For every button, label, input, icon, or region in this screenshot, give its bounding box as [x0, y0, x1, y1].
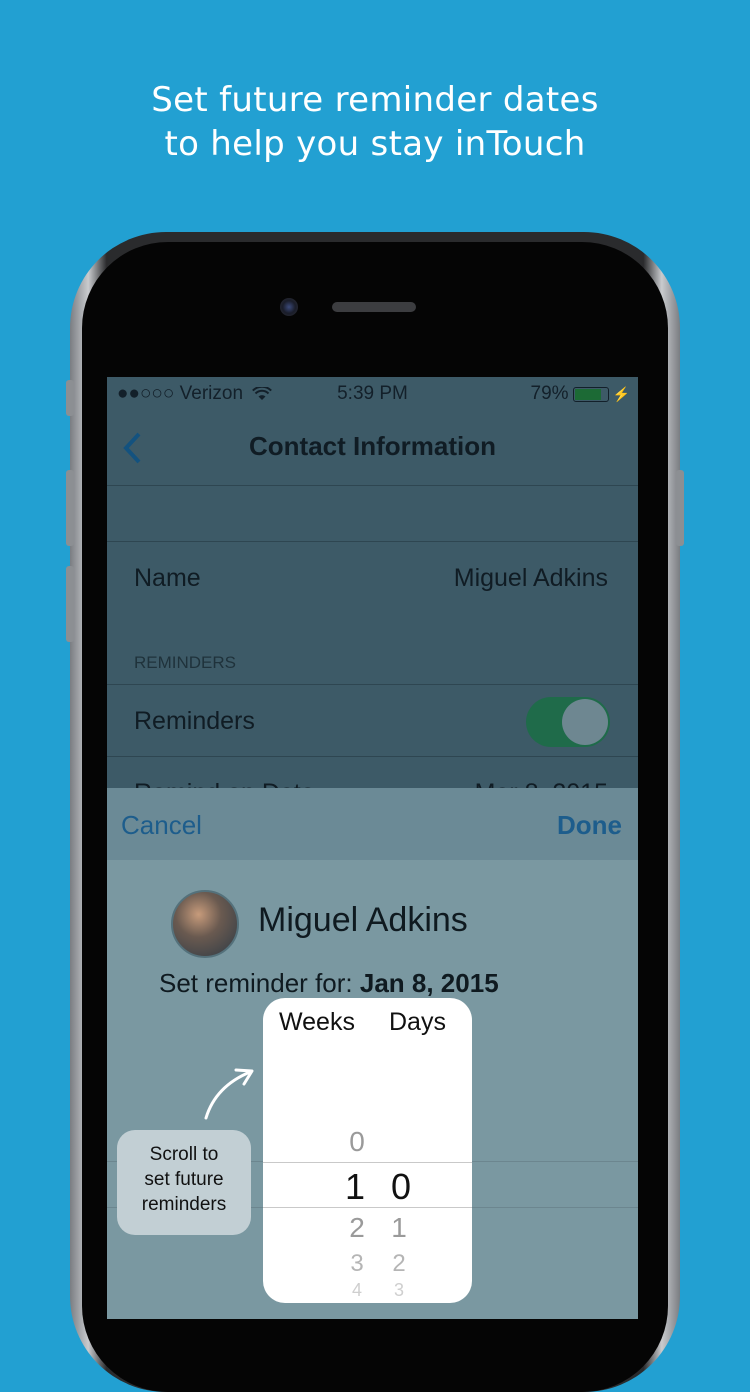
hint-line-2: set future	[144, 1169, 224, 1190]
days-column-header: Days	[389, 1008, 446, 1036]
hint-line-1: Scroll to	[149, 1144, 219, 1165]
name-value: Miguel Adkins	[453, 564, 608, 592]
set-reminder-prefix: Set reminder for:	[159, 968, 353, 998]
days-option[interactable]: 1	[379, 1212, 419, 1244]
weeks-column-header: Weeks	[279, 1008, 355, 1036]
days-option-selected[interactable]: 0	[381, 1166, 421, 1208]
sheet-toolbar: Cancel Done	[107, 788, 638, 860]
power-button	[676, 470, 684, 546]
front-camera-icon	[280, 298, 298, 316]
weeks-option-selected[interactable]: 1	[335, 1166, 375, 1208]
hint-line-3: reminders	[141, 1194, 227, 1215]
picker-highlight-top	[263, 1162, 472, 1163]
battery-indicator: 79% ⚡	[531, 383, 630, 405]
reminders-row: Reminders	[107, 684, 638, 757]
charging-icon: ⚡	[612, 385, 630, 402]
promo-headline: Set future reminder dates to help you st…	[0, 78, 750, 166]
weeks-option[interactable]: 4	[337, 1280, 377, 1301]
hint-arrow-icon	[204, 1068, 254, 1120]
avatar	[171, 890, 239, 958]
days-option[interactable]: 3	[379, 1280, 419, 1301]
weeks-option[interactable]: 2	[337, 1212, 377, 1244]
battery-percent: 79%	[530, 383, 569, 404]
volume-down-button	[66, 566, 74, 642]
cancel-button[interactable]: Cancel	[121, 810, 202, 841]
name-label: Name	[134, 564, 201, 592]
weeks-days-picker[interactable]: Weeks Days 0 1 2 3 4 0 1 2 3	[263, 998, 472, 1303]
sheet-contact-name: Miguel Adkins	[258, 901, 468, 939]
headline-line-2: to help you stay inTouch	[164, 124, 586, 164]
page-title: Contact Information	[249, 431, 496, 461]
days-option[interactable]: 2	[379, 1250, 419, 1278]
section-header-reminders: REMINDERS	[134, 653, 237, 672]
done-button[interactable]: Done	[557, 810, 622, 841]
reminders-label: Reminders	[134, 707, 255, 735]
headline-line-1: Set future reminder dates	[151, 80, 599, 120]
weeks-option[interactable]: 3	[337, 1250, 377, 1278]
name-row[interactable]: Name Miguel Adkins	[107, 541, 638, 614]
set-reminder-text: Set reminder for: Jan 8, 2015	[159, 968, 499, 999]
mute-switch	[66, 380, 74, 416]
reminders-toggle[interactable]	[526, 697, 610, 747]
weeks-option[interactable]: 0	[337, 1126, 377, 1158]
status-bar: ●●○○○ Verizon 5:39 PM 79% ⚡	[107, 377, 638, 411]
scroll-hint-bubble: Scroll to set future reminders	[117, 1130, 251, 1235]
navigation-bar: Contact Information	[107, 411, 638, 486]
volume-up-button	[66, 470, 74, 546]
set-reminder-date: Jan 8, 2015	[359, 968, 499, 998]
earpiece-speaker	[332, 302, 416, 312]
battery-icon	[572, 386, 609, 402]
